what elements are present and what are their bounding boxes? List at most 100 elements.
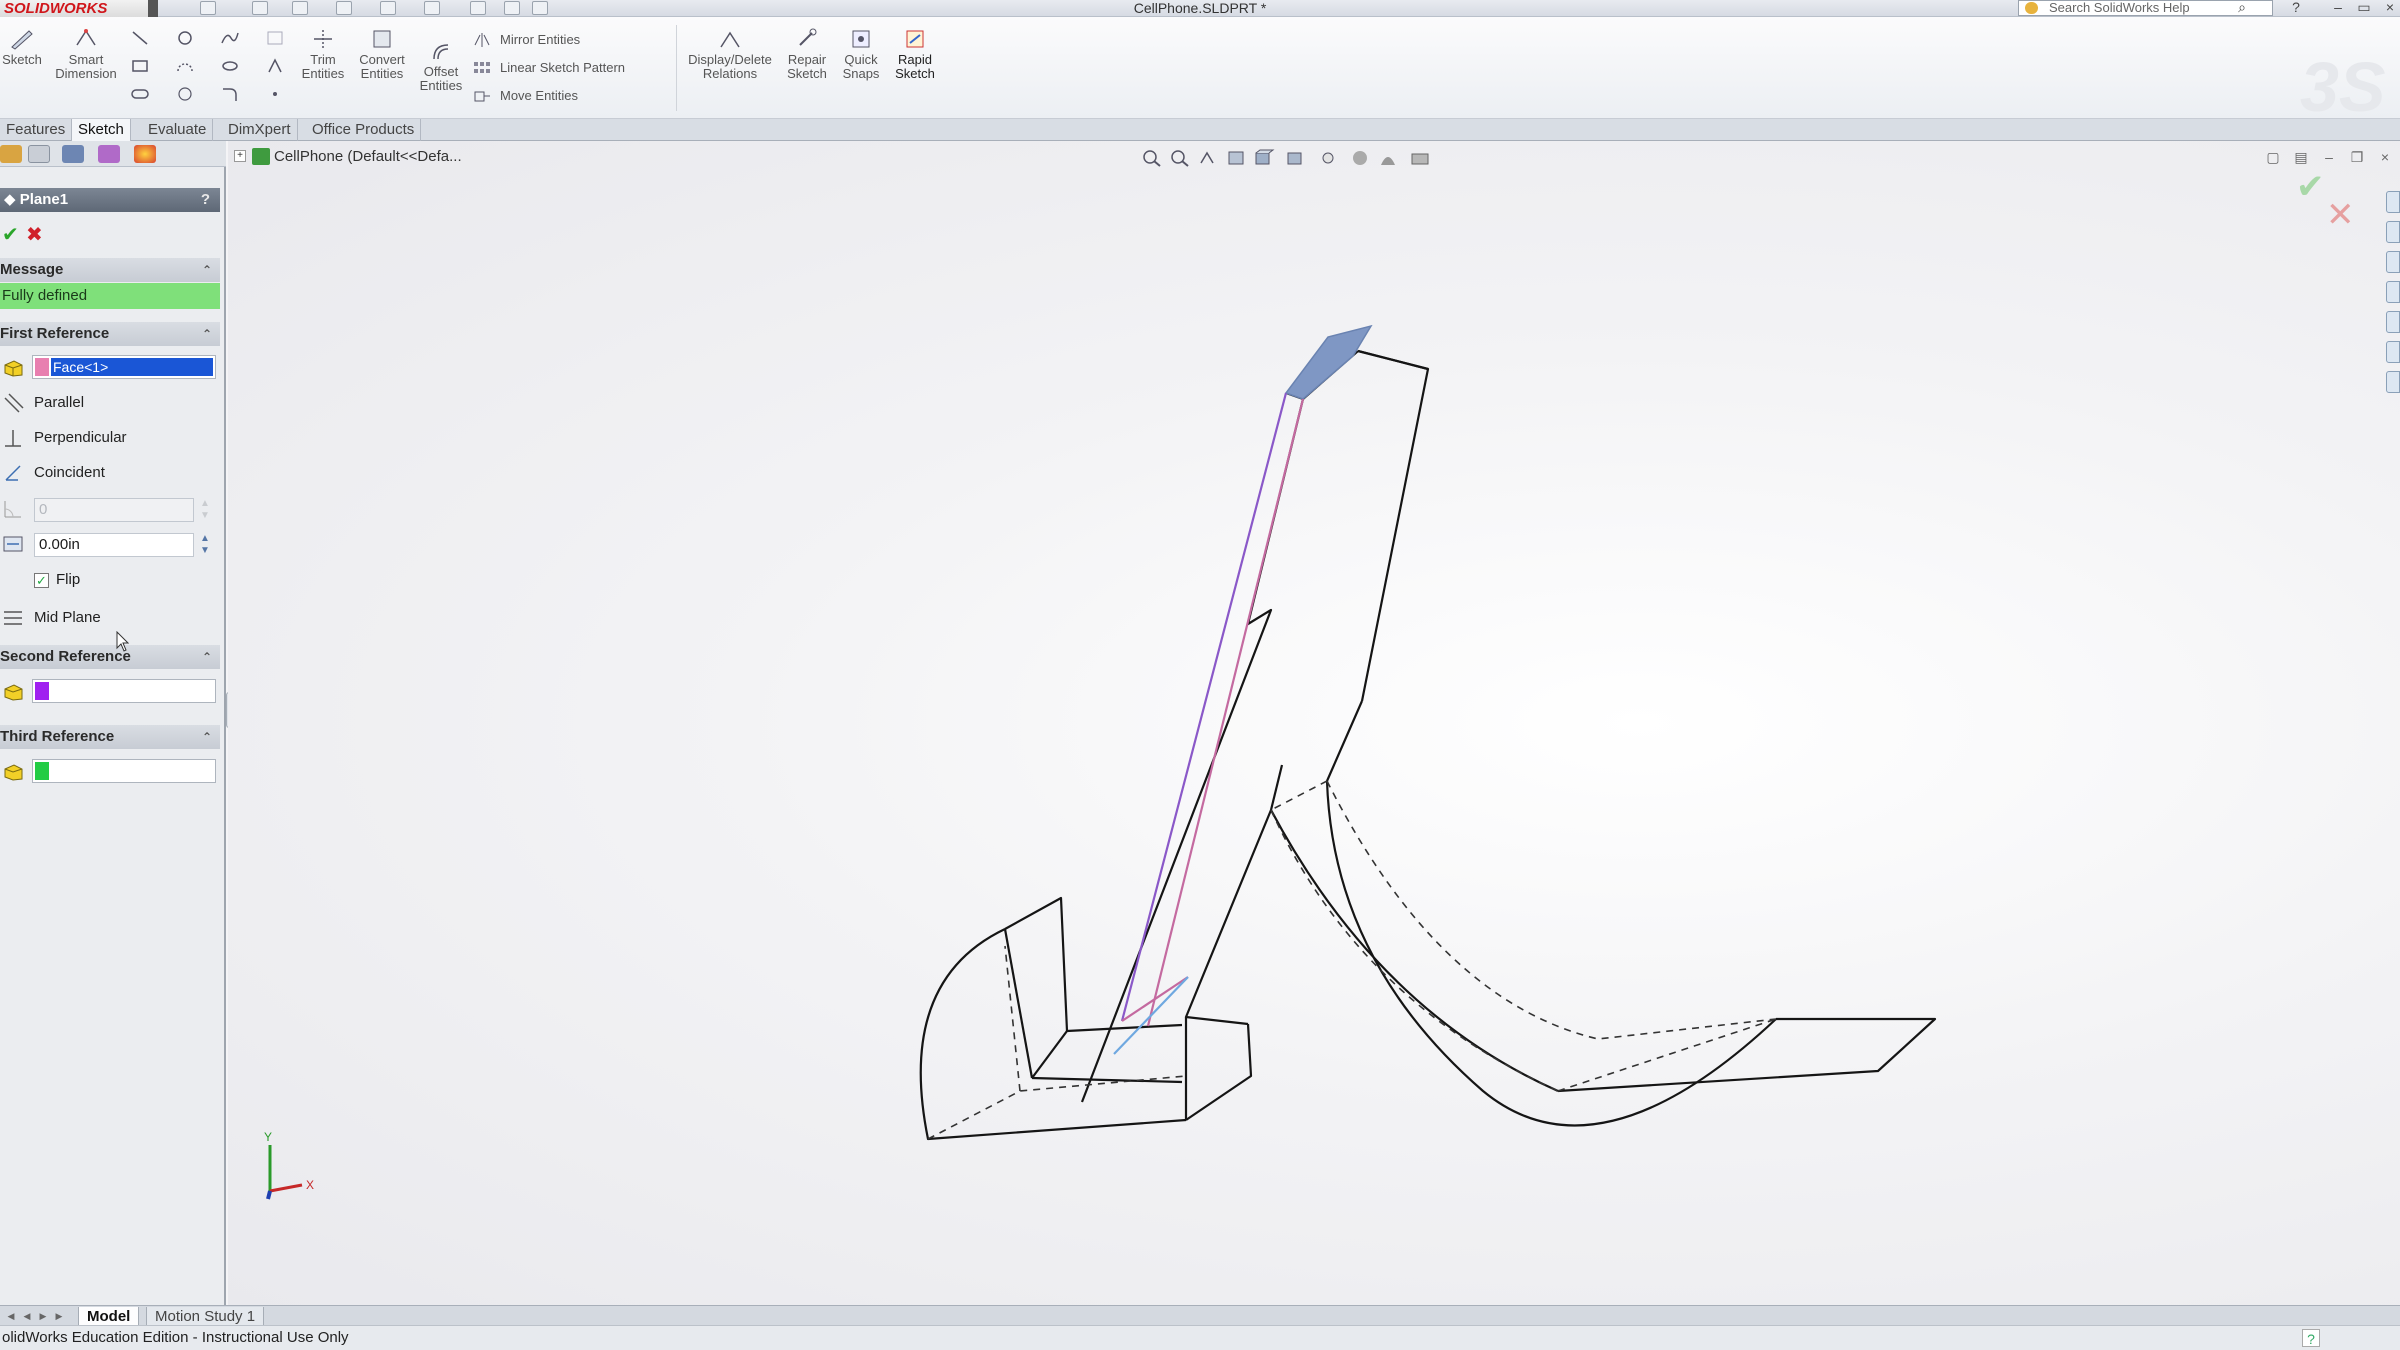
reference-color-swatch <box>35 682 49 700</box>
fillet-icon[interactable] <box>220 85 240 103</box>
first-reference-header[interactable]: First Reference ⌃ <box>0 322 220 346</box>
rapid-sketch-button[interactable]: Rapid Sketch <box>890 27 940 81</box>
coincident-option[interactable]: Coincident <box>34 462 105 484</box>
property-manager-icon[interactable] <box>28 145 50 163</box>
message-group-header[interactable]: Message ⌃ <box>0 258 220 282</box>
save-icon[interactable] <box>292 1 308 15</box>
status-help-icon[interactable]: ? <box>2302 1329 2320 1347</box>
model-wireframe[interactable]: Y X <box>228 141 2400 1305</box>
third-reference-header[interactable]: Third Reference ⌃ <box>0 725 220 749</box>
solidworks-logo[interactable]: SOLIDWORKS <box>0 0 152 17</box>
parallel-option[interactable]: Parallel <box>34 392 84 414</box>
display-manager-icon[interactable] <box>134 145 156 163</box>
linear-sketch-pattern-button[interactable]: Linear Sketch Pattern <box>472 57 625 79</box>
ok-checkmark-icon[interactable]: ✔ <box>2 222 19 247</box>
grid-icon[interactable] <box>265 29 285 47</box>
new-document-icon[interactable] <box>200 1 216 15</box>
third-reference-field[interactable] <box>32 759 216 783</box>
display-delete-relations-button[interactable]: Display/Delete Relations <box>684 27 776 81</box>
second-reference-field[interactable] <box>32 679 216 703</box>
print-icon[interactable] <box>336 1 352 15</box>
offset-distance-input[interactable]: 0.00in <box>34 533 194 557</box>
feature-manager-icon[interactable] <box>0 145 22 163</box>
reference-color-swatch <box>35 762 49 780</box>
point-icon[interactable] <box>265 85 285 103</box>
restore-window-button[interactable]: ▭ <box>2354 0 2374 15</box>
slot-icon[interactable] <box>130 85 150 103</box>
tab-motion-study[interactable]: Motion Study 1 <box>146 1307 265 1326</box>
help-menu-icon[interactable]: ? <box>2286 0 2306 15</box>
ellipse-icon[interactable] <box>220 57 240 75</box>
spline-icon[interactable] <box>220 29 240 47</box>
distance-spinner[interactable]: ▲ ▼ <box>196 533 214 557</box>
collapse-chevron-icon[interactable]: ⌃ <box>202 645 212 669</box>
face-selection-icon <box>4 684 23 701</box>
line-icon[interactable] <box>130 29 150 47</box>
select-icon[interactable] <box>424 1 440 15</box>
dimxpert-manager-icon[interactable] <box>98 145 120 163</box>
options-icon[interactable] <box>532 1 548 15</box>
tab-model[interactable]: Model <box>78 1307 140 1326</box>
help-button[interactable]: ? <box>201 188 210 212</box>
mid-plane-icon[interactable] <box>2 607 24 629</box>
close-window-button[interactable]: × <box>2380 0 2400 15</box>
next-tab-arrow-icon[interactable]: ▶ <box>36 1309 50 1323</box>
open-document-icon[interactable] <box>252 1 268 15</box>
angle-spinner: ▲ ▼ <box>200 498 210 521</box>
mirror-entities-button[interactable]: Mirror Entities <box>472 29 580 51</box>
arc-icon[interactable] <box>175 57 195 75</box>
rebuild-icon[interactable] <box>470 1 486 15</box>
circle-icon[interactable] <box>175 29 195 47</box>
polygon-icon[interactable] <box>175 85 195 103</box>
tab-sketch[interactable]: Sketch <box>72 119 131 141</box>
offset-entities-button[interactable]: Offset Entities <box>416 39 466 93</box>
convert-icon <box>373 30 391 48</box>
collapse-chevron-icon[interactable]: ⌃ <box>202 322 212 346</box>
pattern-icon <box>474 62 490 73</box>
first-tab-arrow-icon[interactable]: ◀ <box>4 1309 18 1323</box>
perpendicular-icon[interactable] <box>2 427 24 449</box>
previous-tab-arrow-icon[interactable]: ◀ <box>20 1309 34 1323</box>
smart-dimension-button[interactable]: Smart Dimension <box>50 27 122 81</box>
menu-arrow-icon[interactable] <box>148 0 158 17</box>
minimize-window-button[interactable]: – <box>2328 0 2348 15</box>
graphics-area[interactable]: + CellPhone (Default<<Defa... ▢ ▤ – ❐ × … <box>228 141 2400 1305</box>
tab-evaluate[interactable]: Evaluate <box>142 119 214 141</box>
title-bar: SOLIDWORKS CellPhone.SLDPRT * Search Sol… <box>0 0 2400 17</box>
cancel-x-icon[interactable]: ✖ <box>26 222 43 247</box>
trim-entities-button[interactable]: Trim Entities <box>300 27 346 81</box>
flip-checkbox[interactable]: ✓ <box>34 573 49 588</box>
second-reference-header[interactable]: Second Reference ⌃ <box>0 645 220 669</box>
last-tab-arrow-icon[interactable]: ▶ <box>52 1309 66 1323</box>
coordinate-triad: Y X <box>264 1130 314 1200</box>
command-manager: Sketch Smart Dimension Trim Entities Conve… <box>0 17 2400 126</box>
panel-title: Plane1 <box>19 191 69 208</box>
tab-features[interactable]: Features <box>0 119 73 141</box>
configuration-manager-icon[interactable] <box>62 145 84 163</box>
collapse-chevron-icon[interactable]: ⌃ <box>202 725 212 749</box>
move-icon <box>474 91 490 102</box>
manager-tabs <box>0 141 226 167</box>
search-go-icon[interactable]: ⌕ <box>2232 0 2252 15</box>
collapse-chevron-icon[interactable]: ⌃ <box>202 258 212 282</box>
move-entities-button[interactable]: Move Entities <box>472 85 578 107</box>
text-icon[interactable] <box>265 57 285 75</box>
parallel-icon[interactable] <box>2 392 24 414</box>
convert-entities-button[interactable]: Convert Entities <box>354 27 410 81</box>
first-reference-field[interactable]: Face<1> <box>32 355 216 379</box>
undo-icon[interactable] <box>380 1 396 15</box>
coincident-icon[interactable] <box>2 462 24 484</box>
first-reference-value[interactable]: Face<1> <box>51 358 213 376</box>
rectangle-icon[interactable] <box>130 57 150 75</box>
relations-icon <box>720 31 740 48</box>
sketch-button[interactable]: Sketch <box>2 27 42 67</box>
selected-top-face[interactable] <box>1284 324 1373 400</box>
offset-distance-icon <box>3 536 23 552</box>
quick-snaps-button[interactable]: Quick Snaps <box>838 27 884 81</box>
tab-dimxpert[interactable]: DimXpert <box>222 119 298 141</box>
repair-sketch-button[interactable]: Repair Sketch <box>782 27 832 81</box>
tab-office-products[interactable]: Office Products <box>306 119 422 141</box>
file-properties-icon[interactable] <box>504 1 520 15</box>
mid-plane-option[interactable]: Mid Plane <box>34 607 101 629</box>
perpendicular-option[interactable]: Perpendicular <box>34 427 127 449</box>
